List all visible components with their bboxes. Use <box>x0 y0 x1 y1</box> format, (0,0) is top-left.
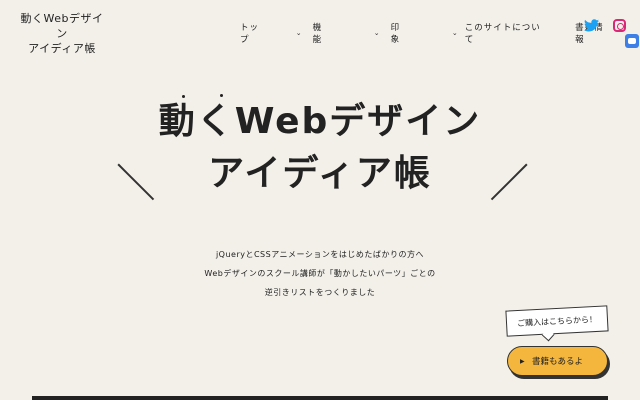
instagram-icon[interactable] <box>613 19 626 32</box>
lead-line-1: jQueryとCSSアニメーションをはじめたばかりの方へ <box>215 250 425 259</box>
book-purchase-button[interactable]: ▶ 書籍もあるよ <box>507 346 608 376</box>
hero-title-line-1: 動くWebデザイン <box>158 101 482 142</box>
purchase-note-text: ご購入はこちらから！ <box>516 314 598 328</box>
social-links <box>584 19 626 32</box>
global-nav: トップ ⌄ 機 能 ⌄ 印 象 ⌄ このサイトについて 書籍情報 <box>240 21 640 45</box>
content-top-edge <box>32 396 608 400</box>
logo-line-1: 動くWebデザイン <box>20 12 104 40</box>
purchase-note-bubble: ご購入はこちらから！ <box>505 305 609 337</box>
lead-line-2: Webデザインのスクール講師が「動かしたいパーツ」ごとの <box>204 269 436 278</box>
hero-title-line-2: アイディア帳 <box>208 153 432 194</box>
nav-item-top-label: トップ <box>240 23 260 45</box>
nav-item-features[interactable]: ⌄ 機 能 <box>296 21 346 45</box>
logo-line-2: アイディア帳 <box>28 42 96 55</box>
chevron-down-icon: ⌄ <box>451 29 459 37</box>
nav-item-features-label: 機 能 <box>312 23 327 45</box>
chevron-down-icon: ⌄ <box>295 29 307 37</box>
chevron-down-icon: ⌄ <box>373 29 385 37</box>
decorative-dot <box>220 94 223 97</box>
nav-item-impression-label: 印 象 <box>390 23 405 45</box>
book-purchase-button-label: 書籍もあるよ <box>531 357 583 367</box>
hero-title: 動くWebデザイン アイディア帳 <box>0 96 640 200</box>
site-logo[interactable]: 動くWebデザイン アイディア帳 <box>18 11 106 56</box>
nav-item-about-label: このサイトについて <box>464 23 541 45</box>
nav-item-impression[interactable]: ⌄ 印 象 <box>374 21 424 45</box>
lead-text: jQueryとCSSアニメーションをはじめたばかりの方へ Webデザインのスクー… <box>0 245 640 302</box>
twitter-icon[interactable] <box>584 19 599 32</box>
decorative-dot <box>182 95 185 98</box>
nav-item-top[interactable]: トップ <box>240 21 268 45</box>
lead-line-3: 逆引きリストをつくりました <box>264 288 376 297</box>
nav-item-about[interactable]: ⌄ このサイトについて <box>452 21 547 45</box>
chat-icon[interactable] <box>625 34 639 48</box>
arrow-right-icon: ▶ <box>520 357 525 365</box>
